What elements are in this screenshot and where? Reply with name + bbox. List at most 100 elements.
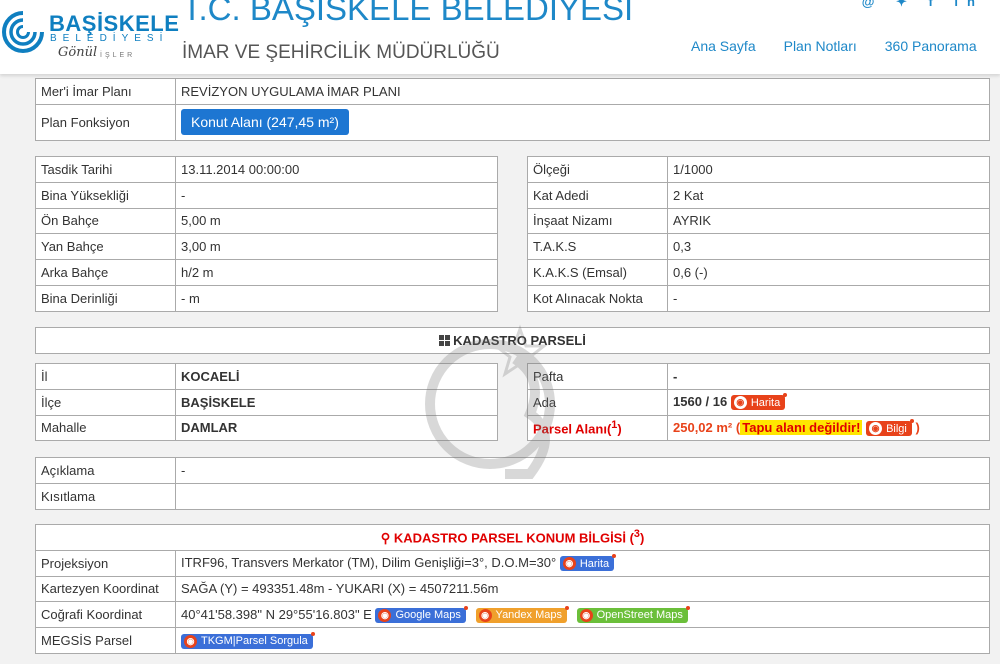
table-row: T.A.K.S 0,3: [527, 233, 990, 261]
row-label: İl: [35, 363, 176, 390]
table-row: Ölçeği 1/1000: [527, 156, 990, 183]
row-value: -: [667, 284, 990, 312]
projeksiyon-label: Projeksiyon: [35, 549, 176, 577]
row-value: 0,3: [667, 233, 990, 261]
parsel-label-end: ): [617, 421, 622, 437]
kadastro-heading-text: KADASTRO PARSELİ: [453, 332, 586, 348]
badge-dot: [685, 605, 690, 610]
row-value: -: [175, 181, 498, 209]
parsel-label-text: Parsel Alanı(: [533, 421, 612, 437]
nav-360-panorama[interactable]: 360 Panorama: [885, 38, 977, 54]
yandex-maps-button[interactable]: ◉ Yandex Maps: [475, 605, 569, 623]
cografi-label: Coğrafi Koordinat: [35, 601, 176, 629]
notes-table: Açıklama - Kısıtlama: [35, 457, 990, 510]
tkgm-button[interactable]: ◉ TKGM|Parsel Sorgula: [181, 631, 315, 649]
table-row: İlçe BAŞİSKELE: [35, 388, 498, 416]
row-label: Tasdik Tarihi: [35, 156, 176, 183]
row-value: - m: [175, 284, 498, 312]
badge-dot: [612, 554, 617, 559]
table-row: Kartezyen Koordinat SAĞA (Y) = 493351.48…: [35, 575, 990, 603]
row-value: REVİZYON UYGULAMA İMAR PLANI: [175, 78, 990, 105]
yandex-maps-label: Yandex Maps: [495, 609, 562, 622]
ada-label: Ada: [527, 388, 668, 416]
row-value: -: [175, 457, 990, 484]
row-label: Mer'i İmar Planı: [35, 78, 176, 105]
map-pin-icon: ◉: [378, 608, 392, 622]
map-pin-icon: ◉: [733, 396, 747, 410]
table-row: K.A.K.S (Emsal) 0,6 (-): [527, 259, 990, 286]
badge-dot: [565, 605, 569, 610]
row-label: Yan Bahçe: [35, 233, 176, 261]
logo-signature: Gönül: [58, 45, 98, 60]
logo-isler: İŞLER: [100, 52, 136, 59]
nav-plan-notes[interactable]: Plan Notları: [784, 38, 857, 54]
kadastro-right-table: Pafta - Ada 1560 / 16 ◉ Harita Parsel Ala…: [527, 363, 990, 442]
table-row: Ön Bahçe 5,00 m: [35, 207, 498, 235]
bilgi-button[interactable]: ◉ Bilgi: [866, 419, 914, 437]
content-area: Mer'i İmar Planı REVİZYON UYGULAMA İMAR …: [0, 74, 1000, 664]
row-label: Bina Derinliği: [35, 284, 176, 312]
kartezyen-value: SAĞA (Y) = 493351.48m - YUKARI (X) = 450…: [175, 575, 990, 603]
logo-swirl-icon: [2, 10, 48, 53]
konum-heading-end: ): [639, 530, 645, 546]
site-title: T.C. BAŞİSKELE BELEDİYESİ: [182, 0, 634, 27]
projeksiyon-cell: ITRF96, Transvers Merkator (TM), Dilim G…: [175, 549, 990, 577]
map-pin-icon: ◉: [562, 557, 576, 571]
row-value: AYRIK: [667, 207, 990, 235]
site-subtitle: İMAR VE ŞEHİRCİLİK MÜDÜRLÜĞÜ: [182, 42, 500, 63]
row-label: K.A.K.S (Emsal): [527, 259, 668, 286]
location-pin-icon: ⚲: [380, 530, 391, 546]
table-row: Pafta -: [527, 363, 990, 390]
google-maps-button[interactable]: ◉ Google Maps: [375, 605, 468, 623]
row-value: DAMLAR: [175, 414, 498, 442]
row-value: 3,00 m: [175, 233, 498, 261]
ada-cell: 1560 / 16 ◉ Harita: [667, 388, 990, 416]
row-value: 0,6 (-): [667, 259, 990, 286]
google-maps-label: Google Maps: [395, 609, 461, 622]
cografi-value: 40°41'58.398" N 29°55'16.803" E: [181, 606, 372, 622]
badge-dot: [783, 393, 788, 398]
row-value: BAŞİSKELE: [175, 388, 498, 416]
row-value: 1/1000: [667, 156, 990, 183]
bilgi-label: Bilgi: [886, 422, 907, 435]
map-pin-icon: ◉: [184, 634, 197, 648]
table-row: Coğrafi Koordinat 40°41'58.398" N 29°55'…: [35, 601, 990, 629]
projeksiyon-harita-button[interactable]: ◉ Harita: [559, 554, 617, 572]
row-label: Ön Bahçe: [35, 207, 176, 235]
row-label: Açıklama: [35, 457, 176, 484]
konum-heading: ⚲ KADASTRO PARSEL KONUM BİLGİSİ (3): [35, 524, 990, 551]
table-row: Mer'i İmar Planı REVİZYON UYGULAMA İMAR …: [35, 78, 990, 105]
municipality-logo[interactable]: BAŞİSKELE BELEDİYESİ Gönül İŞLER: [0, 0, 179, 74]
row-label: Kısıtlama: [35, 482, 176, 510]
konum-heading-text: KADASTRO PARSEL KONUM BİLGİSİ (: [393, 530, 634, 546]
table-row: Mahalle DAMLAR: [35, 414, 498, 442]
ada-value: 1560 / 16: [673, 394, 728, 410]
row-value: KOCAELİ: [175, 363, 498, 390]
info-icon: ◉: [869, 422, 883, 436]
plan-function-button[interactable]: Konut Alanı (247,45 m²): [181, 109, 349, 136]
row-value: [175, 482, 990, 510]
projeksiyon-harita-label: Harita: [579, 557, 610, 570]
tkgm-label: TKGM|Parsel Sorgula: [201, 635, 308, 648]
row-label: T.A.K.S: [527, 233, 668, 261]
openstreet-maps-button[interactable]: ◉ OpenStreet Maps: [576, 605, 690, 623]
logo-subname: BELEDİYESİ: [50, 33, 169, 44]
parsel-cell: 250,02 m² (Tapu alanı değildir! ◉ Bilgi ): [667, 414, 990, 442]
row-label: Kot Alınacak Nokta: [527, 284, 668, 312]
row-value: Konut Alanı (247,45 m²): [175, 103, 990, 141]
table-row: Kot Alınacak Nokta -: [527, 284, 990, 312]
close-paren: ): [915, 419, 920, 435]
row-value: 13.11.2014 00:00:00: [175, 156, 498, 183]
nav-home[interactable]: Ana Sayfa: [691, 38, 756, 54]
kartezyen-label: Kartezyen Koordinat: [35, 575, 176, 603]
row-value: 5,00 m: [175, 207, 498, 235]
details-right-table: Ölçeği 1/1000 Kat Adedi 2 Kat İnşaat Nizam…: [527, 156, 990, 312]
table-row: Plan Fonksiyon Konut Alanı (247,45 m²): [35, 103, 990, 141]
ada-harita-button[interactable]: ◉ Harita: [730, 393, 788, 411]
table-row: Tasdik Tarihi 13.11.2014 00:00:00: [35, 156, 498, 183]
social-icons[interactable]: @ ✦ f in: [862, 0, 984, 10]
row-label: Arka Bahçe: [35, 259, 176, 286]
row-label: Kat Adedi: [527, 181, 668, 209]
row-label: Ölçeği: [527, 156, 668, 183]
projeksiyon-value: ITRF96, Transvers Merkator (TM), Dilim G…: [181, 555, 557, 571]
